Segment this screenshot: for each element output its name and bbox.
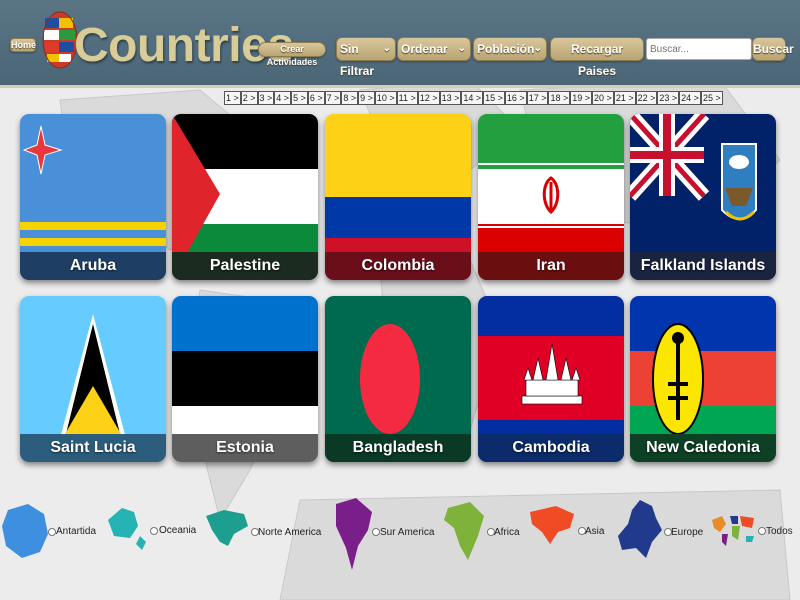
page-link-8[interactable]: 8 > [341,91,359,105]
continent-label: Asia [585,526,605,537]
page-link-23[interactable]: 23 > [657,91,680,105]
page-link-14[interactable]: 14 > [461,91,484,105]
page-link-21[interactable]: 21 > [613,91,636,105]
country-card-cambodia[interactable]: Cambodia [478,296,624,462]
page-link-4[interactable]: 4 > [274,91,292,105]
page-link-16[interactable]: 16 > [504,91,527,105]
continent-label: Sur America [380,527,435,538]
page-link-25[interactable]: 25 > [700,91,723,105]
country-card-aruba[interactable]: Aruba [20,114,166,280]
oceania-radio[interactable] [150,527,158,535]
country-name: Aruba [20,252,166,280]
south-america-icon [336,498,372,570]
filter-select[interactable]: Sin Filtrar ⌄ [336,37,396,78]
continent-label: Europe [671,527,704,538]
top-navbar: Home Countries Crear Actividades Sin Fil… [0,0,800,88]
page-link-13[interactable]: 13 > [439,91,462,105]
page-link-3[interactable]: 3 > [257,91,275,105]
country-card-new-caledonia[interactable]: New Caledonia [630,296,776,462]
continent-filter-oceania[interactable]: Oceania [104,502,196,554]
population-select-value: Población [477,42,535,56]
filter-select-value: Sin Filtrar [340,42,375,78]
page-link-15[interactable]: 15 > [483,91,505,105]
europe-icon [618,500,662,558]
continent-filter-sur-america[interactable]: Sur America [332,496,435,576]
africa-icon [444,502,484,560]
continent-filter-norte-america[interactable]: Norte America [204,506,321,558]
order-select[interactable]: Ordenar ⌄ [397,37,471,61]
continent-filter-africa[interactable]: Africa [442,500,522,566]
page-link-20[interactable]: 20 > [592,91,614,105]
chevron-down-icon: ⌄ [533,43,542,54]
page-link-12[interactable]: 12 > [417,91,440,105]
asia-icon [530,506,574,544]
page-link-1[interactable]: 1 > [224,91,241,105]
continent-label: Todos [766,526,793,537]
country-card-falkland-islands[interactable]: Falkland Islands [630,114,776,280]
page-link-2[interactable]: 2 > [240,91,258,105]
country-name: Colombia [325,252,471,280]
population-select[interactable]: Población ⌄ [473,37,547,61]
antarctica-icon [2,504,48,558]
continent-filter-todos[interactable]: Todos [710,510,798,554]
antartida-radio[interactable] [48,528,56,536]
page-link-24[interactable]: 24 > [679,91,701,105]
page-link-19[interactable]: 19 > [570,91,593,105]
reload-countries-button[interactable]: Recargar Paises [550,37,644,78]
page-link-9[interactable]: 9 > [358,91,375,105]
page-link-5[interactable]: 5 > [291,91,308,105]
country-card-estonia[interactable]: Estonia [172,296,318,462]
country-name: Cambodia [478,434,624,462]
country-card-colombia[interactable]: Colombia [325,114,471,280]
order-select-value: Ordenar [401,42,448,56]
oceania-icon [108,508,146,550]
country-name: Bangladesh [325,434,471,462]
page-link-11[interactable]: 11 > [396,91,418,105]
continent-label: Oceania [159,525,197,536]
continent-filter-asia[interactable]: Asia [528,502,608,554]
page-link-17[interactable]: 17 > [526,91,549,105]
page-link-7[interactable]: 7 > [324,91,342,105]
north-america-icon [206,510,248,546]
country-name: Falkland Islands [630,252,776,280]
home-button[interactable]: Home [10,38,36,52]
globe-logo-icon [42,11,78,69]
search-button[interactable]: Buscar [752,37,794,61]
country-card-palestine[interactable]: Palestine [172,114,318,280]
page-link-10[interactable]: 10 > [374,91,397,105]
chevron-down-icon: ⌄ [457,43,466,54]
continent-filter-europe[interactable]: Europe [616,498,706,564]
country-name: Estonia [172,434,318,462]
country-card-iran[interactable]: Iran [478,114,624,280]
country-card-saint-lucia[interactable]: Saint Lucia [20,296,166,462]
continent-filter-antartida[interactable]: Antartida [0,500,97,566]
country-name: Saint Lucia [20,434,166,462]
continent-label: Africa [494,527,520,538]
continent-label: Norte America [258,527,322,538]
page-link-18[interactable]: 18 > [548,91,571,105]
chevron-down-icon: ⌄ [382,43,391,54]
continent-label: Antartida [56,526,97,537]
page-link-22[interactable]: 22 > [635,91,658,105]
sur-america-radio[interactable] [372,528,380,536]
create-activities-button[interactable]: Crear Actividades [258,42,326,67]
search-input[interactable] [646,38,752,60]
world-icon [712,516,754,546]
country-name: Iran [478,252,624,280]
todos-radio[interactable] [758,527,766,535]
country-name: New Caledonia [630,434,776,462]
country-name: Palestine [172,252,318,280]
country-card-bangladesh[interactable]: Bangladesh [325,296,471,462]
page-link-6[interactable]: 6 > [307,91,325,105]
pagination: 1 >2 >3 >4 >5 >6 >7 >8 >9 >10 >11 >12 >1… [224,91,723,105]
